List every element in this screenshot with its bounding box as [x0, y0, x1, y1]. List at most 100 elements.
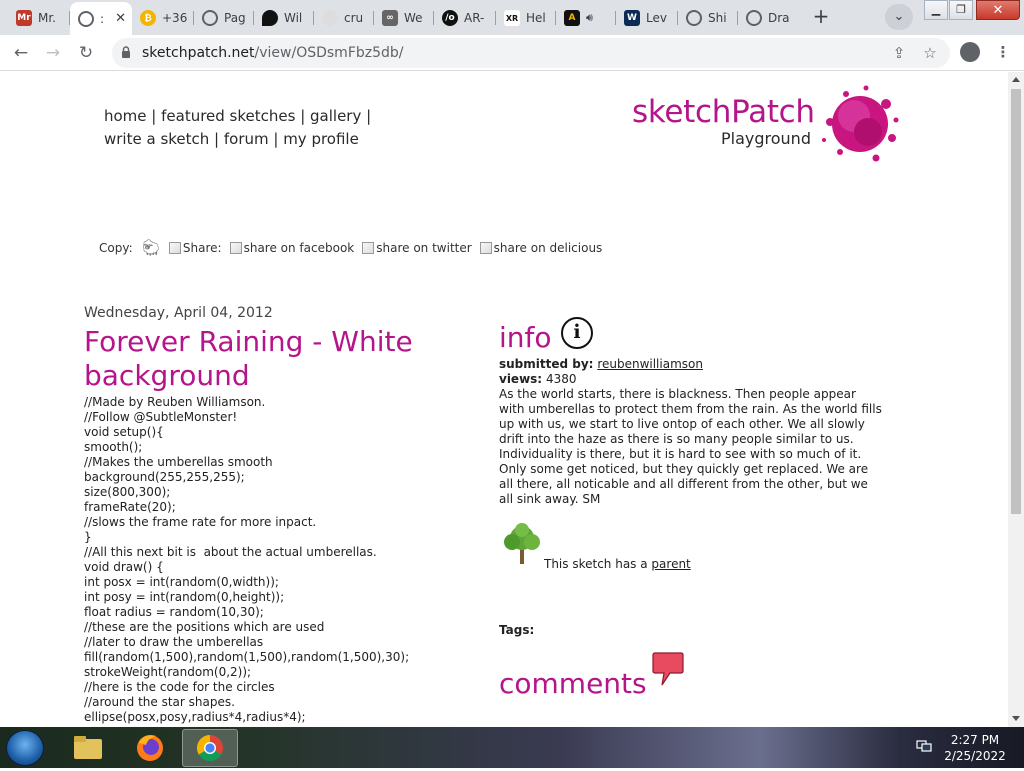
a-favicon-icon: A: [564, 10, 580, 26]
tab-7[interactable]: ∞ We: [374, 4, 434, 32]
new-tab-button[interactable]: +: [808, 5, 834, 29]
mr-favicon-icon: Mr: [16, 10, 32, 26]
tab-label: Pag: [224, 11, 246, 25]
share-icon[interactable]: ⇪: [890, 44, 908, 62]
scroll-down-arrow-icon[interactable]: [1012, 716, 1020, 721]
forward-button[interactable]: →: [40, 40, 66, 66]
windows-taskbar: 2:27 PM 2/25/2022: [0, 727, 1024, 768]
tab-active[interactable]: : ✕: [70, 2, 132, 35]
vr-headset-icon: ∞: [382, 10, 398, 26]
tab-11[interactable]: W Lev: [616, 4, 678, 32]
comment-bubble-icon: [652, 652, 684, 686]
share-delicious-link[interactable]: share on delicious: [479, 240, 603, 255]
drop-favicon-icon: [262, 10, 278, 26]
tab-1[interactable]: Mr Mr.: [8, 4, 70, 32]
site-nav-line-1[interactable]: home | featured sketches | gallery |: [104, 105, 371, 128]
tab-label: cru: [344, 11, 364, 25]
tab-label: AR-: [464, 11, 485, 25]
chrome-icon: [196, 734, 223, 762]
broken-image-icon: [479, 241, 492, 254]
maximize-button[interactable]: ❐: [949, 0, 973, 20]
tab-label: Hel: [526, 11, 546, 25]
firefox-icon: [137, 735, 163, 761]
system-clock[interactable]: 2:27 PM 2/25/2022: [940, 732, 1010, 764]
scroll-up-arrow-icon[interactable]: [1012, 77, 1020, 82]
sketch-title: Forever Raining - White background: [84, 325, 413, 392]
sketch-source-code: //Made by Reuben Williamson. //Follow @S…: [84, 395, 410, 724]
share-label: Share:: [182, 240, 222, 255]
browser-toolbar: ← → ↻ sketchpatch.net/view/OSDsmFbz5db/ …: [0, 35, 1024, 71]
tab-4[interactable]: Pag: [194, 4, 254, 32]
start-button[interactable]: [6, 730, 44, 766]
share-facebook-label: share on facebook: [243, 240, 355, 255]
chrome-taskbar-button[interactable]: [182, 729, 238, 767]
views-count: 4380: [545, 372, 577, 386]
site-logo-subtitle: Playground: [721, 129, 811, 148]
share-delicious-label: share on delicious: [493, 240, 603, 255]
w-favicon-icon: W: [624, 10, 640, 26]
submitted-by-label: submitted by:: [499, 357, 594, 371]
author-link[interactable]: reubenwilliamson: [597, 357, 703, 371]
tab-3[interactable]: ₿ +36: [132, 4, 194, 32]
cloud-favicon-icon: [322, 10, 338, 26]
tab-12[interactable]: Shi: [678, 4, 738, 32]
file-explorer-taskbar-button[interactable]: [60, 729, 116, 767]
share-bar: Copy: 🐑︎ Share: share on facebook share …: [99, 238, 610, 257]
tab-label: We: [404, 11, 423, 25]
info-icon: i: [561, 317, 593, 349]
network-tray-icon[interactable]: [916, 739, 932, 753]
paint-splat-logo-icon: [822, 85, 899, 162]
views-label: views:: [499, 372, 543, 386]
folder-icon: [74, 736, 102, 759]
sketch-meta: submitted by: reubenwilliamson views: 43…: [499, 357, 703, 387]
sheep-copy-icon[interactable]: 🐑︎: [141, 238, 161, 257]
profile-avatar-icon[interactable]: [960, 42, 980, 62]
tab-label: Wil: [284, 11, 303, 25]
share-facebook-link[interactable]: share on facebook: [229, 240, 355, 255]
tab-13[interactable]: Dra: [738, 4, 800, 32]
clock-time: 2:27 PM: [950, 733, 1000, 747]
sketch-description: As the world starts, there is blackness.…: [499, 387, 882, 506]
tab-label: Lev: [646, 11, 667, 25]
parent-text: This sketch has a: [544, 557, 648, 571]
tab-label: Shi: [708, 11, 727, 25]
broken-image-icon: [229, 241, 242, 254]
site-nav: home | featured sketches | gallery | wri…: [104, 105, 371, 151]
bitcoin-favicon-icon: ₿: [140, 10, 156, 26]
parent-link[interactable]: parent: [651, 557, 690, 571]
tab-6[interactable]: cru: [314, 4, 374, 32]
broken-image-icon: [168, 241, 181, 254]
url-text: sketchpatch.net/view/OSDsmFbz5db/: [142, 45, 404, 61]
page-content: home | featured sketches | gallery | wri…: [0, 72, 1008, 727]
broken-image-icon: [362, 241, 375, 254]
tab-strip: Mr Mr. : ✕ ₿ +36 Pag Wil cru ∞ We /o AR-…: [0, 0, 1024, 35]
reload-button[interactable]: ↻: [73, 40, 99, 66]
address-bar[interactable]: sketchpatch.net/view/OSDsmFbz5db/ ⇪ ☆: [112, 38, 950, 68]
tab-search-button[interactable]: ⌄: [885, 4, 913, 30]
tab-8[interactable]: /o AR-: [434, 4, 496, 32]
share-twitter-link[interactable]: share on twitter: [362, 240, 472, 255]
copy-label: Copy:: [99, 240, 133, 255]
share-item: Share:: [168, 240, 222, 255]
page-scrollbar[interactable]: [1008, 72, 1024, 727]
tree-icon: [504, 523, 540, 564]
close-tab-icon[interactable]: ✕: [115, 11, 126, 26]
xr-favicon-icon: XR: [504, 10, 520, 26]
tab-9[interactable]: XR Hel: [496, 4, 556, 32]
bookmark-star-icon[interactable]: ☆: [921, 44, 939, 62]
minimize-button[interactable]: ▁: [924, 0, 948, 20]
site-logo-text[interactable]: sketchPatch: [632, 94, 815, 130]
ar-favicon-icon: /o: [442, 10, 458, 26]
tab-5[interactable]: Wil: [254, 4, 314, 32]
share-twitter-label: share on twitter: [376, 240, 472, 255]
scrollbar-thumb[interactable]: [1011, 89, 1021, 514]
menu-kebab-icon[interactable]: ⋮: [994, 43, 1012, 61]
post-date: Wednesday, April 04, 2012: [84, 305, 273, 321]
lock-icon: [122, 46, 130, 58]
back-button[interactable]: ←: [8, 40, 34, 66]
globe-icon: [686, 10, 702, 26]
firefox-taskbar-button[interactable]: [122, 729, 178, 767]
site-nav-line-2[interactable]: write a sketch | forum | my profile: [104, 128, 371, 151]
tab-10[interactable]: A 🔊︎: [556, 4, 616, 32]
window-close-button[interactable]: ✕: [976, 0, 1020, 20]
